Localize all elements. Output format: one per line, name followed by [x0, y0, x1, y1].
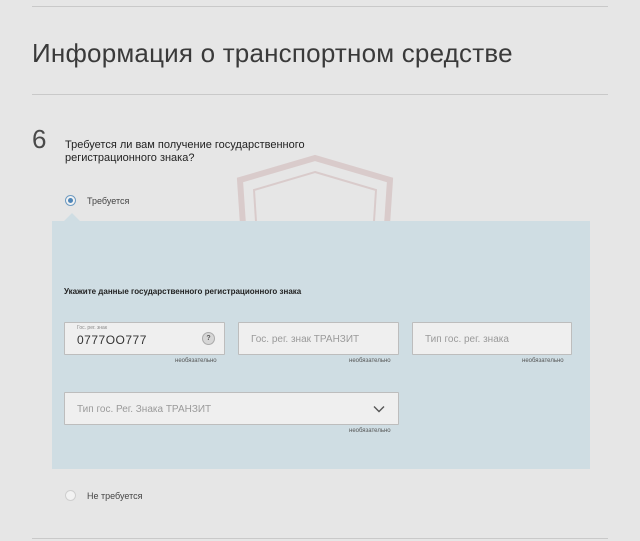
plate-number-field[interactable]: Гос. рег. знак 0777ОО777 ?	[64, 322, 225, 355]
bottom-divider	[32, 538, 608, 539]
page-title: Информация о транспортном средстве	[32, 38, 513, 68]
panel-pointer	[64, 213, 80, 221]
plate-number-optional: необязательно	[175, 358, 217, 364]
plate-type-optional: необязательно	[522, 358, 564, 364]
transit-plate-type-optional: необязательно	[349, 428, 391, 434]
option-required[interactable]: Требуется	[65, 195, 129, 206]
plate-number-label: Гос. рег. знак	[77, 325, 108, 331]
transit-plate-type-placeholder: Тип гос. Рег. Знака ТРАНЗИТ	[77, 404, 212, 415]
radio-dot	[68, 198, 73, 203]
plate-number-value: 0777ОО777	[77, 333, 147, 347]
panel-title: Укажите данные государственного регистра…	[64, 287, 302, 296]
radio-not-required[interactable]	[65, 490, 76, 501]
step-question: Требуется ли вам получение государственн…	[65, 139, 305, 164]
title-divider	[32, 94, 608, 95]
top-divider	[32, 6, 608, 7]
transit-plate-optional: необязательно	[349, 358, 391, 364]
transit-plate-placeholder: Гос. рег. знак ТРАНЗИТ	[251, 334, 360, 345]
transit-plate-type-select[interactable]: Тип гос. Рег. Знака ТРАНЗИТ	[64, 392, 399, 425]
transit-plate-field[interactable]: Гос. рег. знак ТРАНЗИТ	[238, 322, 399, 355]
chevron-down-icon[interactable]	[372, 402, 386, 416]
step-number: 6	[32, 124, 47, 154]
radio-required[interactable]	[65, 195, 76, 206]
option-not-required[interactable]: Не требуется	[65, 490, 143, 501]
plate-type-field[interactable]: Тип гос. рег. знака	[412, 322, 572, 355]
plate-type-placeholder: Тип гос. рег. знака	[425, 334, 509, 345]
help-icon[interactable]: ?	[202, 332, 215, 345]
option-not-required-label: Не требуется	[87, 490, 143, 501]
option-required-label: Требуется	[87, 195, 130, 206]
